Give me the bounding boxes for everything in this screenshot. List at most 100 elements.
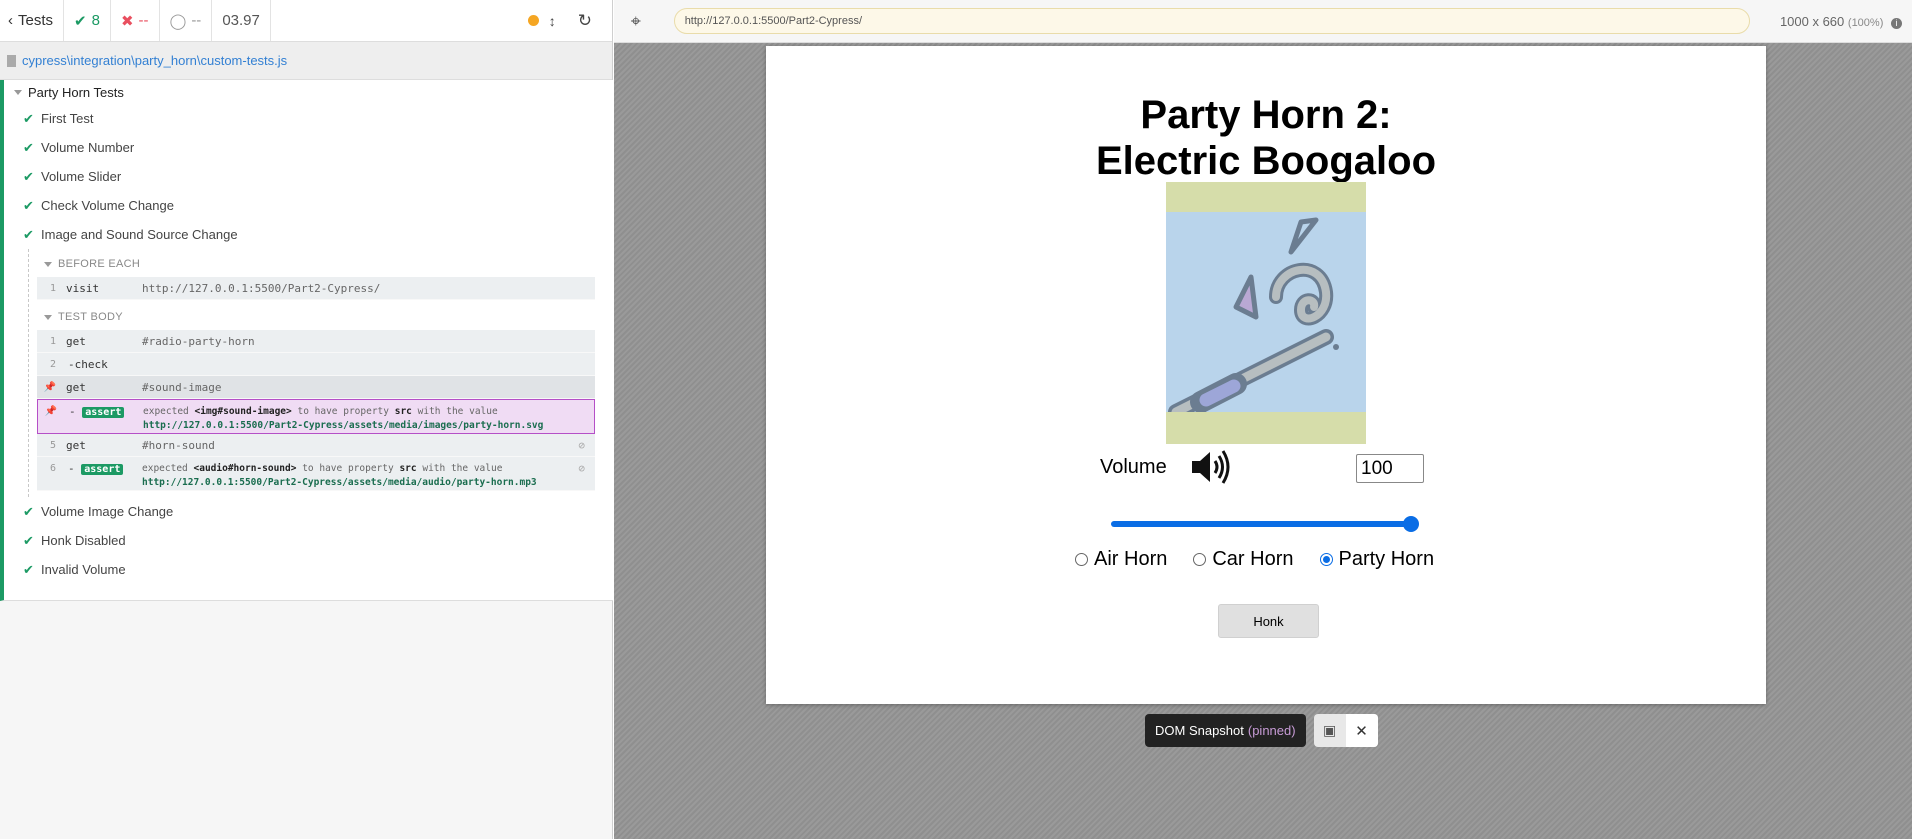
check-icon: ✔ (23, 561, 34, 577)
test-item[interactable]: ✔ Volume Image Change (4, 497, 613, 526)
url-text: http://127.0.0.1:5500/Part2-Cypress/ (684, 15, 863, 27)
test-item[interactable]: ✔ Volume Slider (4, 162, 613, 191)
pin-icon[interactable]: 📌 (37, 376, 62, 393)
command-name: - assert (62, 457, 142, 475)
back-to-tests-button[interactable]: ‹ Tests (0, 0, 65, 41)
url-bar[interactable]: http://127.0.0.1:5500/Part2-Cypress/ (673, 8, 1750, 34)
failed-value: -- (138, 12, 149, 29)
command-message: #radio-party-horn (142, 335, 255, 348)
dom-snapshot-label: DOM Snapshot (pinned) (1145, 714, 1306, 747)
assert-prefix: - (69, 405, 76, 418)
radio-car-horn[interactable]: Car Horn (1193, 548, 1294, 571)
radio-circle[interactable] (1193, 553, 1207, 566)
sound-image-background (1166, 212, 1366, 420)
command-assert-pinned[interactable]: 📌 - assert expected <img#sound-image> to… (37, 399, 595, 434)
radio-circle-selected[interactable] (1319, 553, 1333, 566)
assert-middle: to have property (302, 463, 394, 474)
close-icon: ✕ (1355, 722, 1368, 740)
test-item-expanded[interactable]: ✔ Image and Sound Source Change (4, 220, 613, 249)
spec-path-text: cypress\integration\party_horn\custom-te… (22, 53, 288, 68)
test-item[interactable]: ✔ Honk Disabled (4, 526, 613, 555)
test-title: First Test (41, 111, 94, 126)
command-assert[interactable]: 6 - assert expected <audio#horn-sound> t… (37, 457, 595, 491)
assert-prop: src (399, 463, 417, 474)
hook-before-each[interactable]: BEFORE EACH (37, 251, 595, 277)
command-name: - assert (63, 400, 143, 418)
check-icon: ✔ (23, 168, 34, 184)
check-icon: ✔ (74, 12, 87, 30)
passed-count[interactable]: ✔ 8 (64, 0, 111, 41)
reload-icon[interactable]: ↻ (578, 11, 592, 31)
slider-thumb[interactable] (1403, 516, 1419, 532)
assert-badge: assert (81, 464, 124, 475)
assert-subject: <audio#horn-sound> (193, 463, 297, 474)
assert-tail: with the value (422, 463, 503, 474)
test-title: Check Volume Change (41, 198, 174, 213)
volume-icon (1190, 449, 1232, 488)
honk-button[interactable]: Honk (1218, 604, 1319, 638)
command-number: 5 (49, 440, 56, 451)
radio-label: Car Horn (1212, 548, 1294, 570)
command-get-pinned[interactable]: 📌 get #sound-image (37, 376, 595, 399)
command-get[interactable]: 1 get #radio-party-horn (37, 330, 595, 353)
suite-title-text: Party Horn Tests (28, 84, 124, 100)
radio-circle[interactable] (1075, 553, 1088, 566)
caret-down-icon (14, 89, 22, 95)
pending-value: -- (191, 12, 202, 29)
suite-title[interactable]: Party Horn Tests (4, 80, 613, 104)
pending-count[interactable]: ◯ -- (160, 0, 213, 41)
test-item[interactable]: ✔ Volume Number (4, 133, 613, 162)
dot-icon (527, 15, 539, 26)
unpin-snapshot-button[interactable]: ✕ (1345, 714, 1378, 747)
pin-icon[interactable]: 📌 (38, 400, 63, 417)
command-message: #sound-image (142, 381, 222, 394)
viewport-scale: (100%) (1847, 16, 1884, 29)
test-item[interactable]: ✔ Check Volume Change (4, 191, 613, 220)
chevron-left-icon: ‹ (8, 12, 13, 29)
test-item[interactable]: ✔ First Test (4, 104, 613, 133)
snapshot-state: (pinned) (1247, 723, 1296, 738)
hook-title: TEST BODY (58, 311, 123, 323)
assert-url: http://127.0.0.1:5500/Part2-Cypress/asse… (143, 420, 544, 431)
info-icon: i (1891, 17, 1902, 29)
failed-count[interactable]: ✖ -- (111, 0, 160, 41)
assert-subject: <img#sound-image> (194, 406, 292, 417)
command-name: get (66, 439, 86, 452)
test-item[interactable]: ✔ Invalid Volume (4, 555, 613, 584)
crosshair-icon[interactable]: ⌖ (624, 11, 648, 32)
assert-message: expected <audio#horn-sound> to have prop… (142, 457, 595, 490)
command-visit[interactable]: 1 visit http://127.0.0.1:5500/Part2-Cypr… (37, 277, 595, 300)
radio-air-horn[interactable]: Air Horn (1075, 548, 1167, 571)
snapshot-text: DOM Snapshot (1155, 723, 1244, 738)
test-title: Volume Number (41, 140, 135, 155)
stats-spacer (271, 0, 528, 41)
page-title: Party Horn 2: Electric Boogaloo (766, 92, 1766, 184)
caret-down-icon (44, 261, 52, 267)
resize-icon[interactable]: ↕ (549, 13, 556, 29)
command-check[interactable]: 2 -check (37, 353, 595, 376)
viewport-size: 1000 x 660 (1779, 13, 1845, 29)
test-title: Honk Disabled (41, 533, 126, 548)
x-icon: ✖ (120, 12, 134, 30)
volume-slider[interactable] (1111, 515, 1419, 533)
radio-party-horn[interactable]: Party Horn (1319, 548, 1435, 571)
highlight-toggle-button[interactable]: ▣ (1314, 714, 1346, 747)
volume-number-input[interactable] (1356, 454, 1424, 483)
eye-slash-icon: ⊘ (578, 462, 585, 475)
hook-title: BEFORE EACH (58, 258, 141, 270)
command-get[interactable]: 5 get #horn-sound ⊘ (37, 434, 595, 457)
spec-file-path[interactable]: cypress\integration\party_horn\custom-te… (0, 42, 612, 80)
hook-test-body[interactable]: TEST BODY (37, 304, 595, 330)
radio-label: Party Horn (1338, 548, 1435, 570)
test-title: Image and Sound Source Change (41, 227, 238, 242)
circle-icon: ◯ (169, 12, 187, 30)
command-number: 6 (49, 463, 56, 474)
viewport-info[interactable]: 1000 x 660 (100%) i (1780, 14, 1902, 29)
command-name: -check (68, 358, 108, 371)
assert-middle: to have property (297, 406, 389, 417)
check-icon: ✔ (23, 503, 34, 519)
eye-slash-icon: ⊘ (578, 439, 585, 452)
assert-badge: assert (82, 407, 125, 418)
test-title: Volume Image Change (41, 504, 174, 519)
check-icon: ✔ (23, 139, 34, 155)
